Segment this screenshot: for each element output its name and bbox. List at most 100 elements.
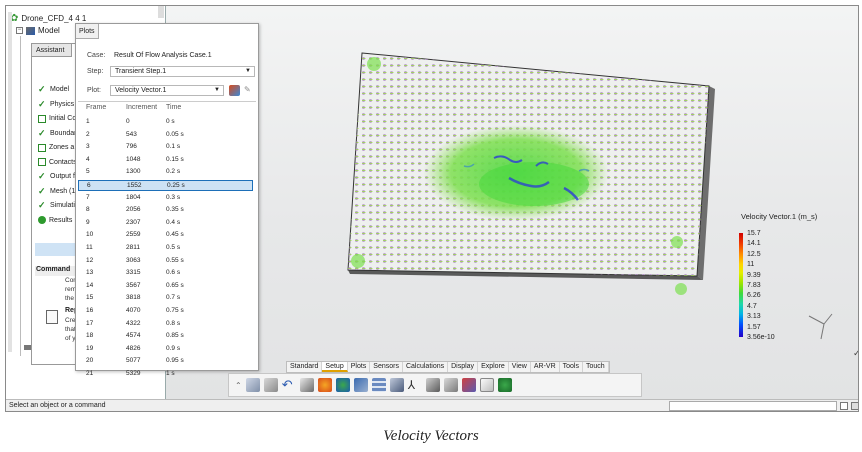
assistant-step-label: Output f [50, 173, 75, 180]
render-icon[interactable] [335, 378, 350, 392]
delete-part-icon[interactable] [461, 378, 476, 392]
assistant-step[interactable]: ✓ Simulati [38, 200, 75, 211]
table-row[interactable]: 19 4826 0.9 s [78, 344, 253, 355]
tree-model[interactable]: − Model [16, 26, 60, 35]
table-cell: 0.55 s [166, 256, 184, 264]
table-row[interactable]: 10 2559 0.45 s [78, 230, 253, 241]
toolbar-tab[interactable]: Explore [478, 362, 509, 372]
legend-tick-label: 9.39 [747, 271, 761, 279]
top-scroll-arrow[interactable] [158, 6, 164, 18]
toolbar-tab[interactable]: Standard [287, 362, 323, 372]
paste-icon[interactable] [263, 378, 278, 392]
copy-icon[interactable] [245, 378, 260, 392]
3d-viewport[interactable]: Velocity Vector.1 (m_s) 15.7 14.1 12.5 11 9.… [164, 6, 858, 401]
collapse-icon[interactable]: − [16, 27, 23, 34]
table-cell: 2811 [126, 244, 140, 251]
table-row[interactable]: 3 796 0.1 s [78, 142, 253, 153]
table-row[interactable]: 18 4574 0.85 s [78, 331, 253, 342]
column-header-increment[interactable]: Increment [126, 104, 157, 111]
table-cell: 4826 [126, 344, 141, 352]
table-icon[interactable] [371, 378, 386, 392]
assistant-step-label: Simulati [50, 202, 75, 209]
plot-label: Plot: [87, 87, 102, 94]
report-icon[interactable] [479, 378, 494, 392]
material-icon[interactable] [317, 378, 332, 392]
table-row[interactable]: 7 1804 0.3 s [78, 193, 253, 204]
column-header-frame[interactable]: Frame [86, 104, 106, 111]
table-row[interactable]: 11 2811 0.5 s [78, 243, 253, 254]
toolbar-tab[interactable]: Display [448, 362, 479, 372]
status-button[interactable] [851, 402, 858, 410]
select-icon[interactable] [299, 378, 314, 392]
toolbar-tab[interactable]: Touch [583, 362, 609, 372]
table-cell: 0.4 s [166, 218, 181, 226]
toolbar-expand-icon[interactable]: ⌃ [235, 381, 242, 390]
table-row[interactable]: 5 1300 0.2 s [78, 167, 253, 178]
table-row[interactable]: 15 3818 0.7 s [78, 293, 253, 304]
command-input[interactable] [669, 401, 837, 411]
corner-vortex [367, 57, 381, 71]
toolbar-tab[interactable]: Tools [560, 362, 583, 372]
table-row[interactable]: 4 1048 0.15 s [78, 155, 253, 166]
assistant-step[interactable]: ✓ Boundar [38, 128, 76, 139]
plot-dropdown[interactable]: Velocity Vector.1 ▼ [110, 85, 224, 96]
assistant-step[interactable]: Zones a [38, 142, 74, 153]
plot-settings-icon[interactable] [229, 85, 240, 96]
assistant-step[interactable]: ✓ Model [38, 84, 69, 95]
table-cell: 2056 [126, 206, 141, 214]
assistant-step[interactable]: Initial Co [38, 113, 76, 124]
velocity-vector-plot [347, 52, 833, 340]
table-cell: 4322 [126, 319, 141, 327]
toolbar-tab[interactable]: Sensors [370, 362, 403, 372]
table-row[interactable]: 14 3567 0.65 s [78, 281, 253, 292]
table-cell: 9 [86, 218, 90, 226]
table-cell: 0.2 s [166, 168, 181, 176]
simulation-icon[interactable] [497, 378, 512, 392]
toolbar-tab[interactable]: View [509, 362, 531, 372]
tree-scrollbar[interactable] [8, 12, 12, 352]
table-row[interactable]: 20 5077 0.95 s [78, 356, 253, 367]
table-row[interactable]: 6 1552 0.25 s [78, 180, 253, 191]
undo-icon[interactable]: ↶ [282, 378, 296, 392]
step-label: Step: [87, 68, 104, 75]
product-icon[interactable] [443, 378, 458, 392]
assistant-step[interactable]: ✓ Mesh (1 [38, 186, 75, 197]
table-row[interactable]: 12 3063 0.55 s [78, 256, 253, 267]
assistant-step[interactable]: ✓ Physics [38, 99, 74, 110]
edit-pencil-icon[interactable]: ✎ [244, 85, 251, 94]
table-row[interactable]: 13 3315 0.6 s [78, 268, 253, 279]
table-row[interactable]: 21 5329 1 s [78, 369, 253, 380]
legend-colorbar [739, 233, 743, 337]
table-cell: 0.95 s [166, 357, 184, 365]
table-cell: 0.1 s [166, 143, 181, 151]
step-dropdown[interactable]: Transient Step.1 ▼ [110, 66, 255, 77]
assistant-step[interactable]: ✓ Output f [38, 171, 75, 182]
legend-tick-label: 3.13 [747, 313, 761, 321]
table-cell: 5077 [126, 357, 141, 365]
table-row[interactable]: 16 4070 0.75 s [78, 306, 253, 317]
toolbar-tab[interactable]: Setup [322, 362, 348, 372]
plots-panel: Plots Case: Result Of Flow Analysis Case… [75, 23, 259, 377]
table-row[interactable]: 8 2056 0.35 s [78, 205, 253, 216]
plots-tab[interactable]: Plots [76, 24, 99, 39]
table-row[interactable]: 17 4322 0.8 s [78, 319, 253, 330]
toolbar-tab[interactable]: Calculations [403, 362, 449, 372]
toolbar-tab[interactable]: Plots [348, 362, 371, 372]
toolbar-tab[interactable]: AR-VR [531, 362, 560, 372]
table-cell: 0.35 s [166, 206, 184, 214]
table-row[interactable]: 9 2307 0.4 s [78, 218, 253, 229]
axis-icon[interactable]: ⅄ [408, 378, 422, 392]
capture-icon[interactable] [353, 378, 368, 392]
table-cell: 0.7 s [166, 294, 181, 302]
status-button[interactable] [840, 402, 848, 410]
sketch-icon[interactable] [389, 378, 404, 392]
part-icon[interactable] [425, 378, 440, 392]
assistant-step[interactable]: Results [38, 215, 72, 226]
column-header-time[interactable]: Time [166, 104, 181, 111]
legend-tick-label: 12.5 [747, 250, 761, 258]
case-value: Result Of Flow Analysis Case.1 [114, 52, 212, 59]
table-row[interactable]: 2 543 0.05 s [78, 130, 253, 141]
assistant-tab[interactable]: Assistant [32, 44, 72, 57]
table-row[interactable]: 1 0 0 s [78, 117, 253, 128]
assistant-step[interactable]: Contacts [38, 157, 77, 168]
